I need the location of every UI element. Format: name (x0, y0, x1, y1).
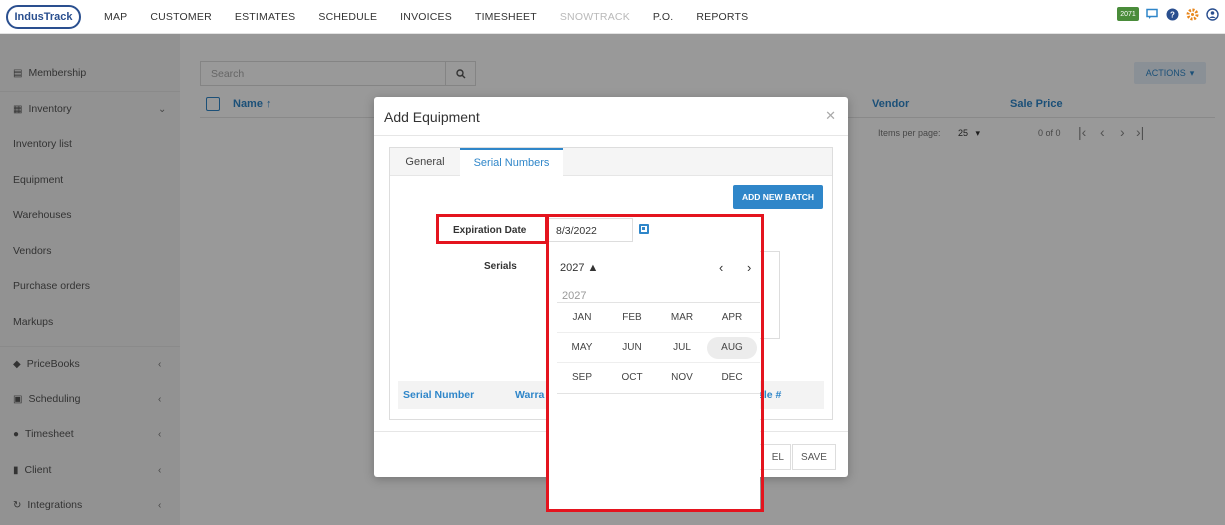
nav-invoices[interactable]: INVOICES (400, 11, 452, 23)
column-serial-number[interactable]: Serial Number (403, 389, 474, 401)
top-nav: IndusTrack MAP CUSTOMER ESTIMATES SCHEDU… (0, 0, 1225, 34)
tab-serial-numbers[interactable]: Serial Numbers (460, 148, 563, 176)
highlight-expiration-label (436, 214, 548, 244)
nav-snowtrack[interactable]: SNOWTRACK (560, 11, 630, 23)
user-icon[interactable] (1205, 7, 1219, 21)
svg-text:?: ? (1170, 10, 1175, 19)
tab-general[interactable]: General (390, 148, 460, 176)
chat-icon[interactable] (1145, 7, 1159, 21)
help-icon[interactable]: ? (1165, 7, 1179, 21)
serials-label: Serials (484, 261, 517, 272)
gear-icon[interactable] (1185, 7, 1199, 21)
nav-schedule[interactable]: SCHEDULE (318, 11, 377, 23)
save-button[interactable]: SAVE (792, 444, 836, 470)
nav-estimates[interactable]: ESTIMATES (235, 11, 296, 23)
highlight-date-picker (546, 214, 764, 512)
top-icons: 2071 ? (1117, 7, 1219, 21)
nav-customer[interactable]: CUSTOMER (150, 11, 212, 23)
app-logo[interactable]: IndusTrack (6, 4, 81, 29)
nav-po[interactable]: P.O. (653, 11, 673, 23)
add-new-batch-button[interactable]: ADD NEW BATCH (733, 185, 823, 209)
divider (374, 135, 848, 136)
modal-title: Add Equipment (384, 109, 480, 125)
nav-reports[interactable]: REPORTS (696, 11, 748, 23)
close-icon[interactable]: ✕ (825, 108, 836, 124)
column-warranty[interactable]: Warra (515, 389, 544, 401)
nav-timesheet[interactable]: TIMESHEET (475, 11, 537, 23)
notification-badge-icon[interactable]: 2071 (1117, 7, 1139, 21)
nav-map[interactable]: MAP (104, 11, 127, 23)
